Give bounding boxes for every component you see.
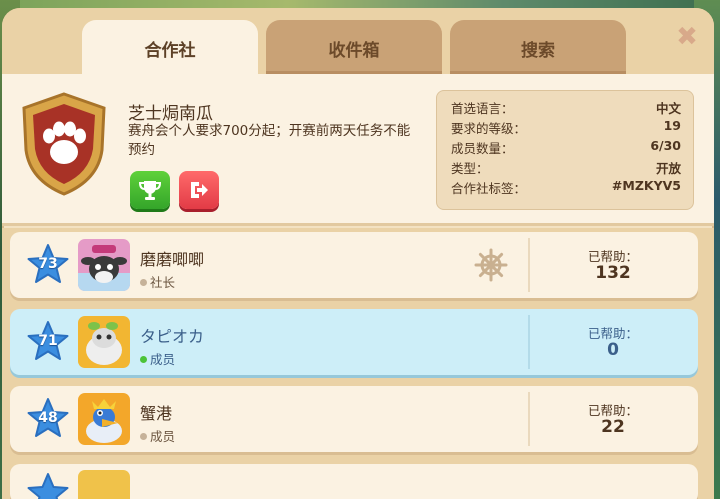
level-number: 48 [38,410,58,426]
level-star-badge: 48 [26,397,70,441]
detail-label: 成员数量： [451,141,514,156]
helped-count: 132 [595,263,631,283]
helped-count: 22 [601,417,625,437]
club-name: 芝士焗南瓜 [128,104,213,124]
status-dot [140,433,147,440]
member-role: 社长 [140,272,175,291]
detail-value: 开放 [655,161,681,176]
detail-language: 首选语言： 中文 [451,98,681,118]
level-number: 71 [38,333,58,349]
detail-type: 类型： 开放 [451,158,681,178]
member-name: 磨磨唧唧 [140,250,205,269]
member-row-partial[interactable] [10,464,698,499]
close-icon[interactable]: ✖ [674,24,700,50]
detail-value: #MZKYV5 [611,178,681,193]
avatar [78,316,130,368]
level-number: 73 [38,256,58,272]
tab-inbox[interactable]: 收件箱 [266,20,442,75]
member-list[interactable]: 73 磨磨唧唧 社长 已帮助： 132 71 タピオカ 成员 已帮助： 0 48… [2,228,714,499]
tab-club[interactable]: 合作社 [82,20,258,82]
member-row[interactable]: 48 蟹港 成员 已帮助： 22 [10,386,698,452]
avatar [78,470,130,499]
detail-label: 首选语言： [451,101,514,116]
detail-member-count: 成员数量： 6/30 [451,138,681,158]
club-details-box: 首选语言： 中文 要求的等级： 19 成员数量： 6/30 类型： 开放 合作社标签： #… [436,90,694,210]
avatar [78,393,130,445]
helped-count: 0 [607,340,619,360]
level-star-badge [26,472,70,499]
level-star-badge: 71 [26,320,70,364]
member-name: 蟹港 [140,404,173,423]
member-row[interactable]: 73 磨磨唧唧 社长 已帮助： 132 [10,232,698,298]
detail-value: 中文 [655,101,681,116]
club-panel: 合作社 收件箱 搜索 ✖ 芝士焗南瓜 赛舟会个人要求700分起；开赛前两天任务不… [2,8,714,499]
exit-icon [191,182,208,198]
member-row-self[interactable]: 71 タピオカ 成员 已帮助： 0 [10,309,698,375]
tab-search[interactable]: 搜索 [450,20,626,75]
detail-label: 要求的等级： [451,121,527,136]
member-role: 成员 [140,426,175,445]
member-role: 成员 [140,349,175,368]
star-icon [27,473,69,499]
ship-wheel-icon [474,248,508,282]
detail-value: 6/30 [650,138,681,153]
detail-label: 合作社标签： [451,181,527,196]
leave-club-button[interactable] [179,171,219,209]
online-status-dot [140,356,147,363]
detail-label: 类型： [451,161,489,176]
club-info-card: 芝士焗南瓜 赛舟会个人要求700分起；开赛前两天任务不能预约 首选语言： 中文 要… [2,74,714,226]
member-name: タピオカ [140,327,205,346]
detail-value: 19 [663,118,681,133]
club-description: 赛舟会个人要求700分起；开赛前两天任务不能预约 [128,123,411,158]
trophy-icon [138,181,162,200]
avatar [78,239,130,291]
level-star-badge: 73 [26,243,70,287]
paw-shield-icon [22,92,106,196]
status-dot [140,279,147,286]
detail-required-level: 要求的等级： 19 [451,118,681,138]
trophy-button[interactable] [130,171,170,209]
detail-club-tag: 合作社标签： #MZKYV5 [451,178,681,198]
